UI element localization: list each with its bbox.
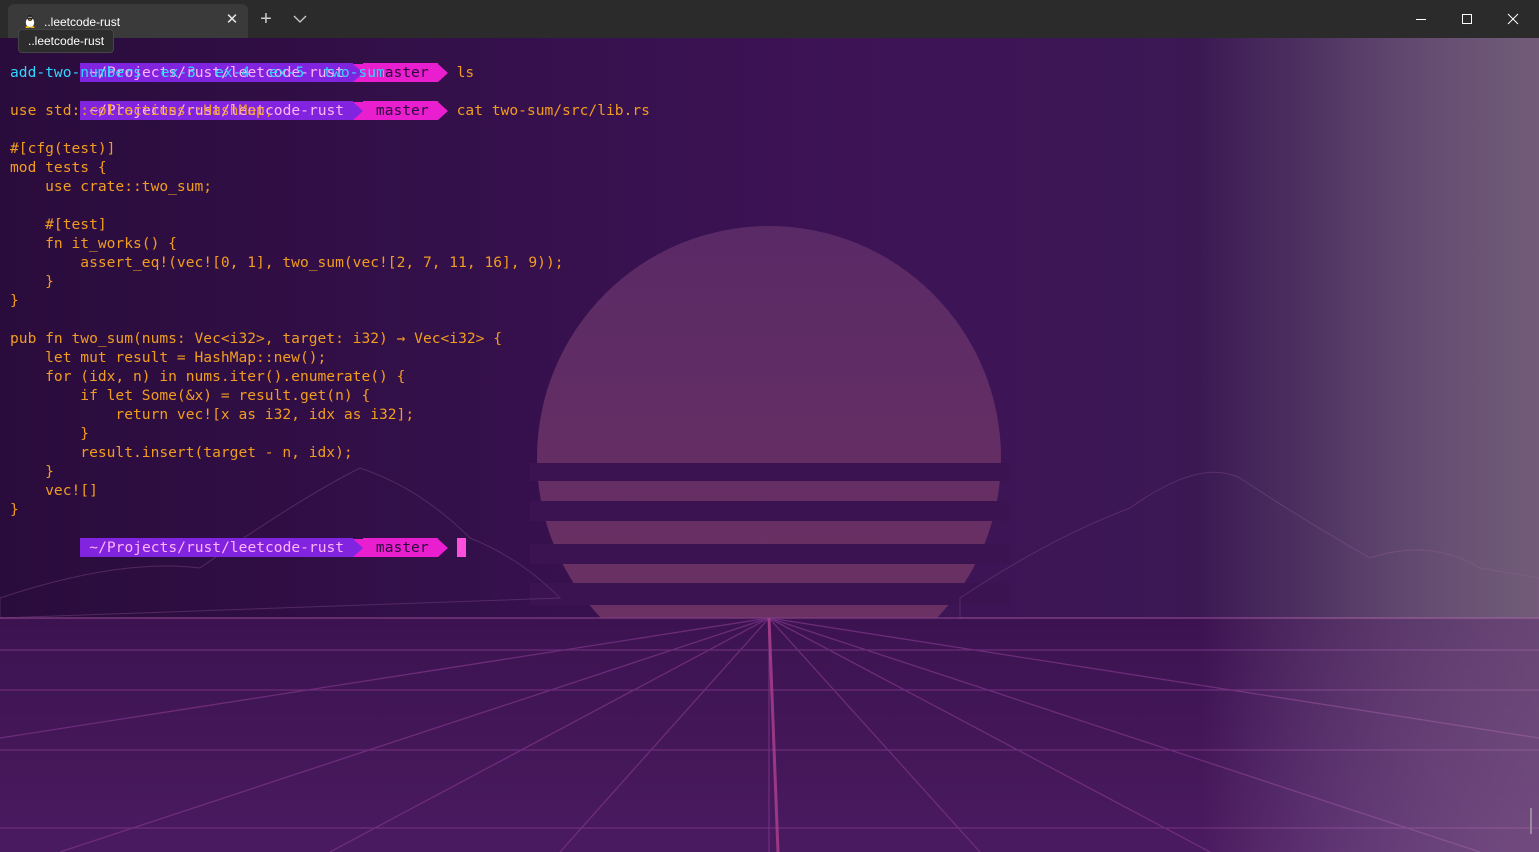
terminal-area[interactable]: ~/Projects/rust/leetcode-rust master ls a… [0, 38, 1539, 852]
prompt-path: ~/Projects/rust/leetcode-rust [80, 538, 354, 557]
code-line: } [10, 273, 54, 290]
title-bar: ..leetcode-rust ✕ + [0, 0, 1539, 38]
code-line: fn it_works() { [10, 235, 177, 252]
code-line: vec![] [10, 482, 98, 499]
code-line: mod tests { [10, 159, 107, 176]
ls-item: two-sum [323, 64, 385, 81]
minimize-button[interactable] [1398, 0, 1444, 38]
code-line: } [10, 501, 19, 518]
new-tab-button[interactable]: + [256, 9, 276, 29]
powerline-separator-icon [437, 101, 448, 120]
cursor [456, 538, 466, 557]
tab-tooltip: ..leetcode-rust [18, 29, 115, 53]
prompt-line-1: ~/Projects/rust/leetcode-rust master ls [10, 44, 1510, 82]
close-icon [1507, 13, 1519, 25]
code-line: assert_eq!(vec![0, 1], two_sum(vec![2, 7… [10, 254, 564, 271]
scrollbar-thumb[interactable] [1530, 808, 1532, 834]
code-line: result.insert(target - n, idx); [10, 444, 353, 461]
code-line: for (idx, n) in nums.iter().enumerate() … [10, 368, 406, 385]
minimize-icon [1416, 19, 1426, 20]
prompt-line-3: ~/Projects/rust/leetcode-rust master [10, 519, 1510, 557]
chevron-down-icon [293, 15, 307, 23]
tux-linux-icon [25, 15, 35, 28]
prompt-line-2: ~/Projects/rust/leetcode-rust master cat … [10, 82, 1510, 120]
code-line: pub fn two_sum(nums: Vec<i32>, target: i… [10, 330, 503, 347]
code-line: } [10, 463, 54, 480]
command-cat: cat two-sum/src/lib.rs [456, 102, 650, 119]
powerline-separator-icon [437, 538, 448, 557]
terminal-window: ..leetcode-rust ✕ + ..leetcode-rust ~/Pr… [0, 0, 1539, 852]
powerline-separator-icon [353, 538, 364, 557]
prompt-branch-name: master [375, 102, 429, 119]
tab-dropdown-button[interactable] [290, 10, 310, 28]
ls-item: ex-4 [214, 64, 251, 81]
terminal-output: ~/Projects/rust/leetcode-rust master ls a… [10, 44, 1510, 557]
command-ls: ls [456, 64, 475, 81]
close-tab-button[interactable]: ✕ [224, 12, 240, 28]
code-line: } [10, 425, 90, 442]
code-line: let mut result = HashMap::new(); [10, 349, 327, 366]
code-line: #[test] [10, 216, 107, 233]
ls-item: add-two-numbers [10, 64, 142, 81]
code-line: #[cfg(test)] [10, 140, 116, 157]
code-line: } [10, 292, 19, 309]
powerline-separator-icon [353, 101, 364, 120]
ls-item: ex-5 [269, 64, 305, 81]
prompt: ~/Projects/rust/leetcode-rust master [80, 538, 448, 557]
powerline-separator-icon [437, 63, 448, 82]
code-line: use crate::two_sum; [10, 178, 213, 195]
code-output: use std::collections::HashMap;#[cfg(test… [10, 101, 1510, 519]
ls-output-line: add-two-numbers ex-3 ex-4 ex-5 two-sum [10, 63, 1510, 82]
ls-item: ex-3 [160, 64, 196, 81]
prompt-branch: master [363, 101, 438, 120]
code-line: return vec![x as i32, idx as i32]; [10, 406, 415, 423]
maximize-icon [1462, 14, 1472, 24]
prompt-branch: master [363, 538, 438, 557]
code-line: if let Some(&x) = result.get(n) { [10, 387, 371, 404]
close-window-button[interactable] [1490, 0, 1536, 38]
maximize-button[interactable] [1444, 0, 1490, 38]
prompt-branch-name: master [375, 539, 429, 556]
code-line: use std::collections::HashMap; [10, 102, 274, 119]
tab-title: ..leetcode-rust [44, 15, 121, 29]
